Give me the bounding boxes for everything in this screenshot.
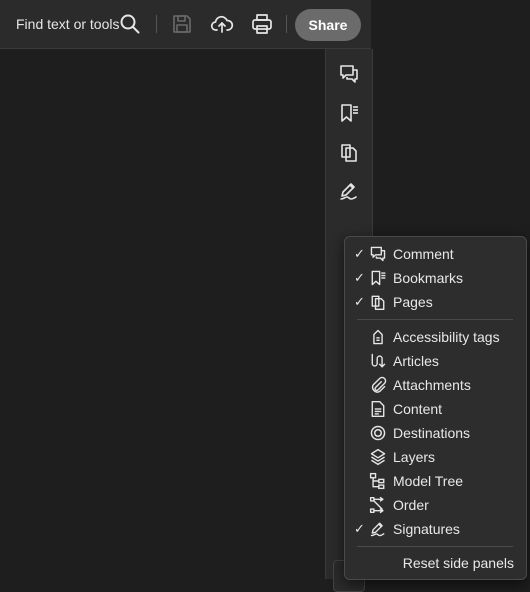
accessibility-tags-icon [369,328,387,346]
reset-side-panels-label: Reset side panels [402,555,514,571]
menu-item-accessibility-tags[interactable]: Accessibility tags [345,325,526,349]
menu-item-label: Bookmarks [393,270,464,286]
order-icon [369,496,387,514]
check-icon: ✓ [354,294,365,309]
signatures-icon[interactable] [338,180,360,202]
menu-item-attachments[interactable]: Attachments [345,373,526,397]
content-icon [369,400,387,418]
menu-item-order[interactable]: Order [345,493,526,517]
menu-item-layers[interactable]: Layers [345,445,526,469]
attachments-icon [369,376,387,394]
pages-icon[interactable] [338,141,360,163]
menu-item-pages[interactable]: ✓ Pages [345,290,526,314]
menu-item-content[interactable]: Content [345,397,526,421]
menu-item-label: Articles [393,353,439,369]
check-icon: ✓ [354,270,365,285]
document-canvas[interactable] [0,49,325,579]
upload-cloud-icon[interactable] [210,12,234,36]
find-text-or-tools-label[interactable]: Find text or tools [16,16,120,32]
check-icon: ✓ [354,521,365,536]
menu-item-label: Model Tree [393,473,464,489]
menu-item-signatures[interactable]: ✓ Signatures [345,517,526,541]
menu-item-label: Layers [393,449,436,465]
bookmarks-icon[interactable] [338,102,360,124]
articles-icon [369,352,387,370]
menu-item-label: Order [393,497,429,513]
menu-item-label: Destinations [393,425,471,441]
search-icon[interactable] [118,12,142,36]
print-icon[interactable] [250,12,274,36]
menu-divider [357,319,513,320]
side-panels-menu: ✓ Comment ✓ Bookmarks ✓ Pages Accessibil… [344,236,527,580]
menu-item-model-tree[interactable]: Model Tree [345,469,526,493]
bookmarks-icon [369,269,387,287]
toolbar-divider [156,15,157,33]
comment-icon[interactable] [338,63,360,85]
model-tree-icon [369,472,387,490]
menu-item-articles[interactable]: Articles [345,349,526,373]
layers-icon [369,448,387,466]
reset-side-panels-button[interactable]: Reset side panels [345,551,526,575]
menu-item-label: Pages [393,294,433,310]
menu-item-label: Signatures [393,521,460,537]
comment-icon [369,245,387,263]
check-icon: ✓ [354,246,365,261]
top-toolbar: Find text or tools Share [0,0,371,49]
toolbar-divider [286,15,287,33]
save-icon[interactable] [170,12,194,36]
menu-item-label: Content [393,401,443,417]
menu-item-bookmarks[interactable]: ✓ Bookmarks [345,266,526,290]
menu-item-label: Comment [393,246,454,262]
menu-item-comment[interactable]: ✓ Comment [345,242,526,266]
destinations-icon [369,424,387,442]
menu-item-label: Accessibility tags [393,329,500,345]
menu-divider [357,546,513,547]
pages-icon [369,293,387,311]
menu-item-destinations[interactable]: Destinations [345,421,526,445]
signatures-icon [369,520,387,538]
share-button[interactable]: Share [295,9,361,41]
menu-item-label: Attachments [393,377,471,393]
